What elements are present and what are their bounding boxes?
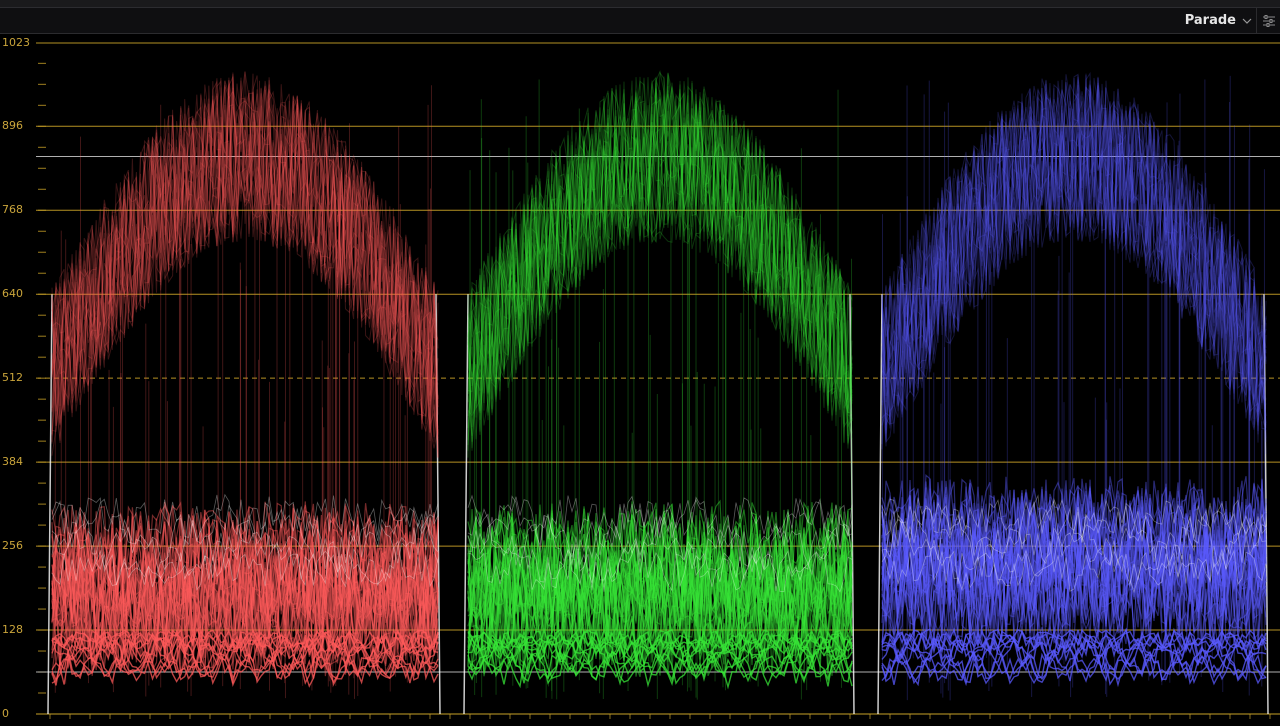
y-axis-label-256: 256	[2, 539, 23, 553]
y-axis-label-1023: 1023	[2, 36, 30, 49]
waveform-red	[47, 71, 441, 715]
y-axis-label-512: 512	[2, 371, 23, 385]
chevron-down-icon	[1242, 18, 1252, 24]
scope-toolbar	[0, 8, 1280, 34]
waveform-blue	[877, 71, 1269, 715]
scope-mode-label: Parade	[1184, 13, 1236, 28]
top-strip	[0, 0, 1280, 8]
parade-scope: 1023 896 768 640 512 384 256 128 0	[0, 35, 1280, 726]
y-axis-label-384: 384	[2, 455, 23, 469]
y-axis-label-768: 768	[2, 203, 23, 217]
parade-graph	[36, 42, 1280, 719]
y-axis-label-0: 0	[2, 707, 9, 720]
scope-mode-dropdown[interactable]: Parade	[1185, 13, 1252, 28]
scope-settings-button[interactable]	[1256, 8, 1280, 34]
y-axis-label-896: 896	[2, 119, 23, 133]
y-axis-label-128: 128	[2, 623, 23, 637]
waveform-green	[463, 69, 855, 715]
y-axis-label-640: 640	[2, 287, 23, 301]
sliders-icon	[1262, 15, 1275, 27]
